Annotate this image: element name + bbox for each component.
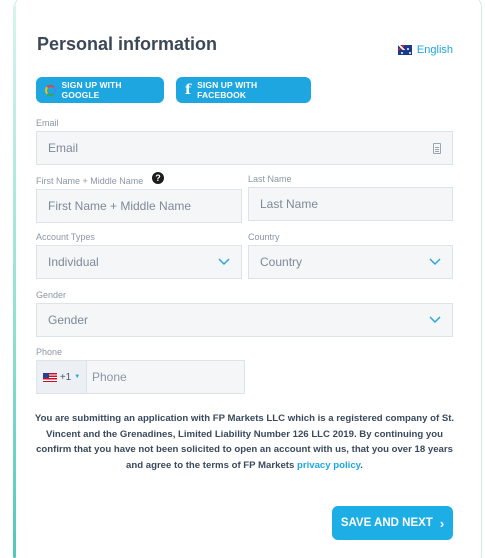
last-name-placeholder: Last Name [260,197,319,211]
google-signup-button[interactable]: SIGN UP WITH GOOGLE [36,77,164,103]
google-icon [45,84,56,96]
phone-label: Phone [36,347,63,357]
email-label: Email [36,118,59,128]
facebook-signup-button[interactable]: f SIGN UP WITH FACEBOOK [176,77,311,103]
google-signup-label: SIGN UP WITH GOOGLE [61,80,122,100]
country-code-select[interactable]: +1 ▼ [37,361,87,393]
first-name-placeholder: First Name + Middle Name [48,199,192,213]
chevron-right-icon: › [439,515,445,531]
legal-notice-end: . [360,459,363,471]
account-types-select[interactable]: Individual [36,245,242,279]
gender-value: Gender [48,313,89,327]
legal-notice: You are submitting an application with F… [32,411,457,473]
country-select[interactable]: Country [248,245,453,279]
language-selector[interactable]: English [397,44,453,56]
us-flag-icon [42,372,57,382]
country-code-value: +1 [59,371,72,383]
first-name-label: First Name + Middle Name [36,176,144,186]
first-name-field[interactable]: First Name + Middle Name [36,189,242,223]
email-placeholder: Email [48,141,79,155]
save-and-next-label: SAVE AND NEXT [340,517,433,529]
legal-notice-text: You are submitting an application with F… [34,413,455,471]
last-name-label: Last Name [248,174,292,184]
country-label: Country [248,232,280,242]
contact-card-icon [433,142,441,154]
facebook-icon: f [185,82,192,98]
chevron-down-icon [429,258,441,265]
country-value: Country [260,255,303,269]
australia-flag-icon [397,45,412,55]
privacy-policy-link[interactable]: privacy policy [297,460,360,471]
facebook-signup-label: SIGN UP WITH FACEBOOK [197,80,258,100]
phone-field[interactable]: +1 ▼ Phone [36,360,245,394]
account-types-value: Individual [48,255,99,269]
chevron-down-icon [218,258,230,265]
phone-placeholder: Phone [92,370,127,384]
gender-label: Gender [36,290,67,300]
language-label: English [416,44,453,56]
save-and-next-button[interactable]: SAVE AND NEXT › [332,506,453,540]
chevron-down-icon [429,316,441,323]
account-types-label: Account Types [36,232,95,242]
question-circle-icon[interactable]: ? [152,172,164,184]
caret-down-icon: ▼ [74,374,81,380]
last-name-field[interactable]: Last Name [248,187,453,221]
page-title: Personal information [37,34,218,54]
gender-select[interactable]: Gender [36,303,453,337]
email-field[interactable]: Email [36,131,453,165]
